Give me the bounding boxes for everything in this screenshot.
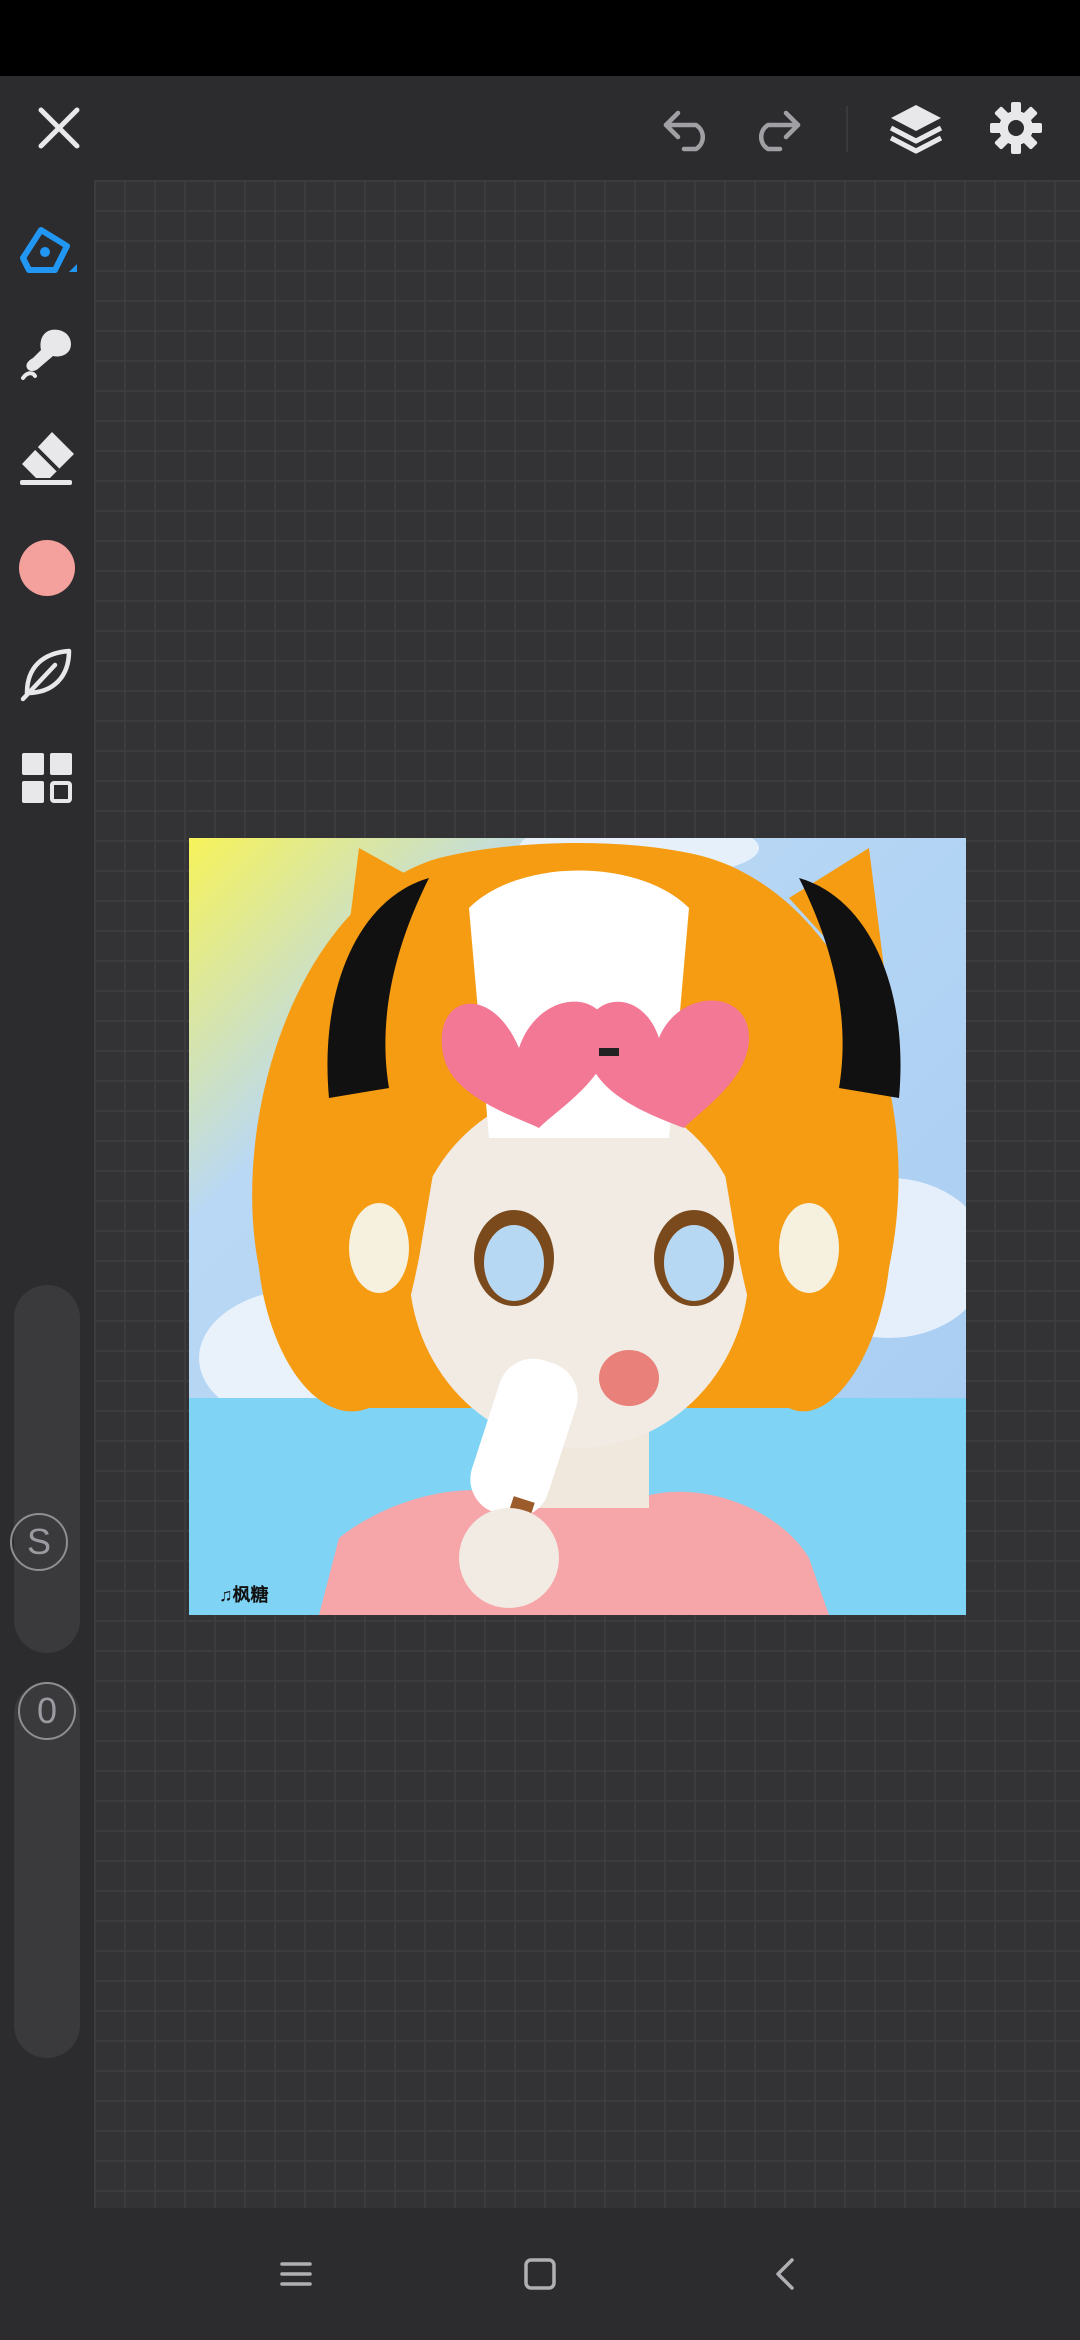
close-icon — [38, 107, 80, 149]
brush-size-thumb[interactable]: S — [10, 1513, 68, 1571]
settings-button[interactable] — [971, 76, 1061, 180]
tool-sidebar: S 0 — [0, 180, 94, 2208]
menu-icon — [280, 2262, 312, 2286]
close-button[interactable] — [14, 76, 104, 180]
eraser-tool-button[interactable] — [10, 420, 84, 494]
settings-icon — [990, 102, 1042, 154]
status-bar — [0, 0, 1080, 76]
eraser-icon — [20, 432, 74, 485]
home-icon — [524, 2258, 556, 2290]
brush-opacity-slider[interactable]: 0 — [14, 1682, 80, 2058]
pen-icon — [20, 227, 77, 273]
smudge-tool-button[interactable] — [10, 317, 84, 391]
leaf-icon — [20, 648, 72, 702]
nav-menu-button[interactable] — [256, 2234, 336, 2314]
redo-button[interactable] — [731, 76, 821, 180]
brush-size-slider[interactable]: S — [10, 1285, 80, 1653]
smudge-icon — [21, 329, 72, 380]
pen-tool-button[interactable] — [10, 213, 84, 287]
nav-home-button[interactable] — [500, 2234, 580, 2314]
brush-library-button[interactable] — [10, 636, 84, 710]
color-picker-button[interactable] — [10, 531, 84, 605]
brush-size-label: S — [26, 1521, 51, 1562]
undo-button[interactable] — [643, 76, 733, 180]
brush-opacity-thumb[interactable]: 0 — [18, 1682, 76, 1740]
undo-icon — [663, 110, 706, 152]
layers-button[interactable] — [871, 76, 961, 180]
current-color-swatch — [19, 540, 75, 596]
artwork-image — [189, 838, 966, 1615]
toolbar-divider — [846, 106, 848, 152]
drawing-canvas[interactable]: ♫枫糖 — [189, 838, 966, 1615]
back-icon — [776, 2258, 794, 2290]
system-nav-bar — [0, 2208, 1080, 2340]
brush-opacity-label: 0 — [36, 1690, 58, 1731]
nav-back-button[interactable] — [746, 2234, 826, 2314]
redo-icon — [758, 110, 801, 152]
grid-icon — [22, 753, 72, 803]
watermark-text: ♫枫糖 — [219, 1585, 269, 1605]
layers-icon — [889, 105, 943, 154]
gallery-button[interactable] — [10, 741, 84, 815]
top-toolbar — [0, 76, 1080, 180]
